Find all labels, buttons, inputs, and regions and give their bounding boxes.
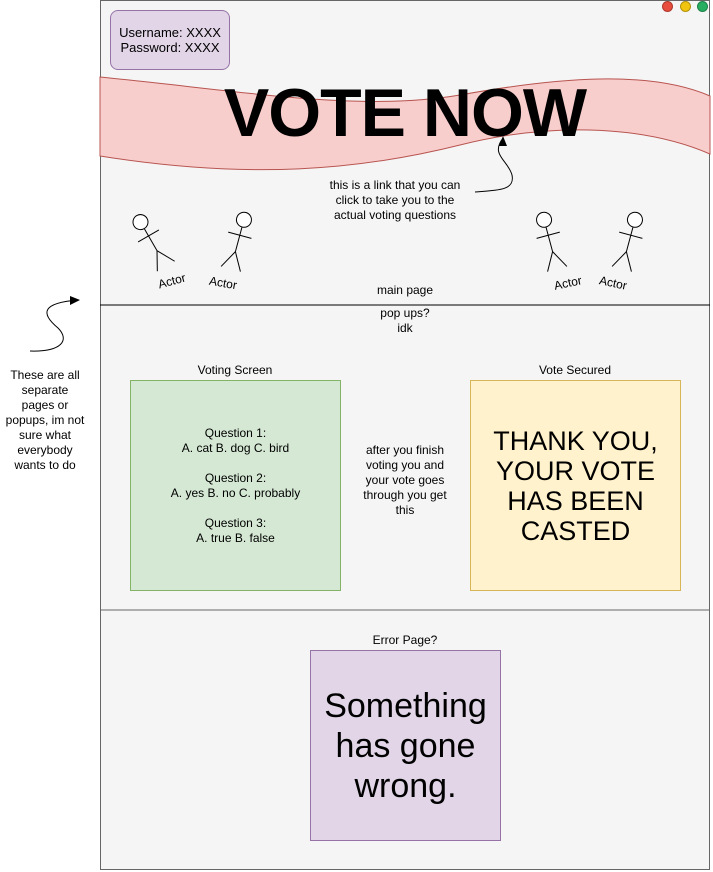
side-arrow — [29, 299, 79, 352]
question-options[interactable]: A. yes B. no C. probably — [171, 486, 300, 501]
question-block[interactable]: Question 3: A. true B. false — [196, 516, 275, 546]
actor-figure — [132, 214, 175, 272]
question-block[interactable]: Question 2: A. yes B. no C. probably — [171, 471, 300, 501]
question-title: Question 3: — [204, 515, 267, 530]
actor-figure — [220, 211, 252, 272]
link-note: this is a link that you can click to tak… — [329, 178, 461, 222]
password-label: Password: XXXX — [120, 40, 220, 55]
voting-screen-label: Voting Screen — [197, 363, 273, 377]
actor-figure — [536, 211, 568, 272]
main-page-label: main page — [376, 283, 434, 297]
login-box[interactable]: Username: XXXX Password: XXXX — [110, 10, 230, 70]
error-page-label: Error Page? — [372, 633, 438, 647]
after-voting-note: after you finish voting you and your vot… — [363, 443, 447, 517]
popups-label: pop ups? idk — [380, 306, 430, 335]
username-label: Username: XXXX — [119, 25, 221, 40]
vote-now-link[interactable]: VOTE NOW — [200, 72, 610, 154]
actor-figure — [611, 211, 643, 272]
question-title: Question 1: — [204, 425, 267, 440]
question-title: Question 2: — [204, 470, 267, 485]
vote-secured-label: Vote Secured — [538, 363, 612, 377]
question-block[interactable]: Question 1: A. cat B. dog C. bird — [182, 426, 289, 456]
error-page: Something has gone wrong. — [310, 650, 501, 841]
side-note: These are all separate pages or popups, … — [5, 368, 85, 472]
voting-screen[interactable]: Question 1: A. cat B. dog C. bird Questi… — [130, 380, 341, 591]
question-options[interactable]: A. cat B. dog C. bird — [182, 441, 289, 456]
vote-secured-screen: THANK YOU, YOUR VOTE HAS BEEN CASTED — [470, 380, 681, 591]
side-arrow-head — [70, 296, 80, 305]
question-options[interactable]: A. true B. false — [196, 531, 275, 546]
